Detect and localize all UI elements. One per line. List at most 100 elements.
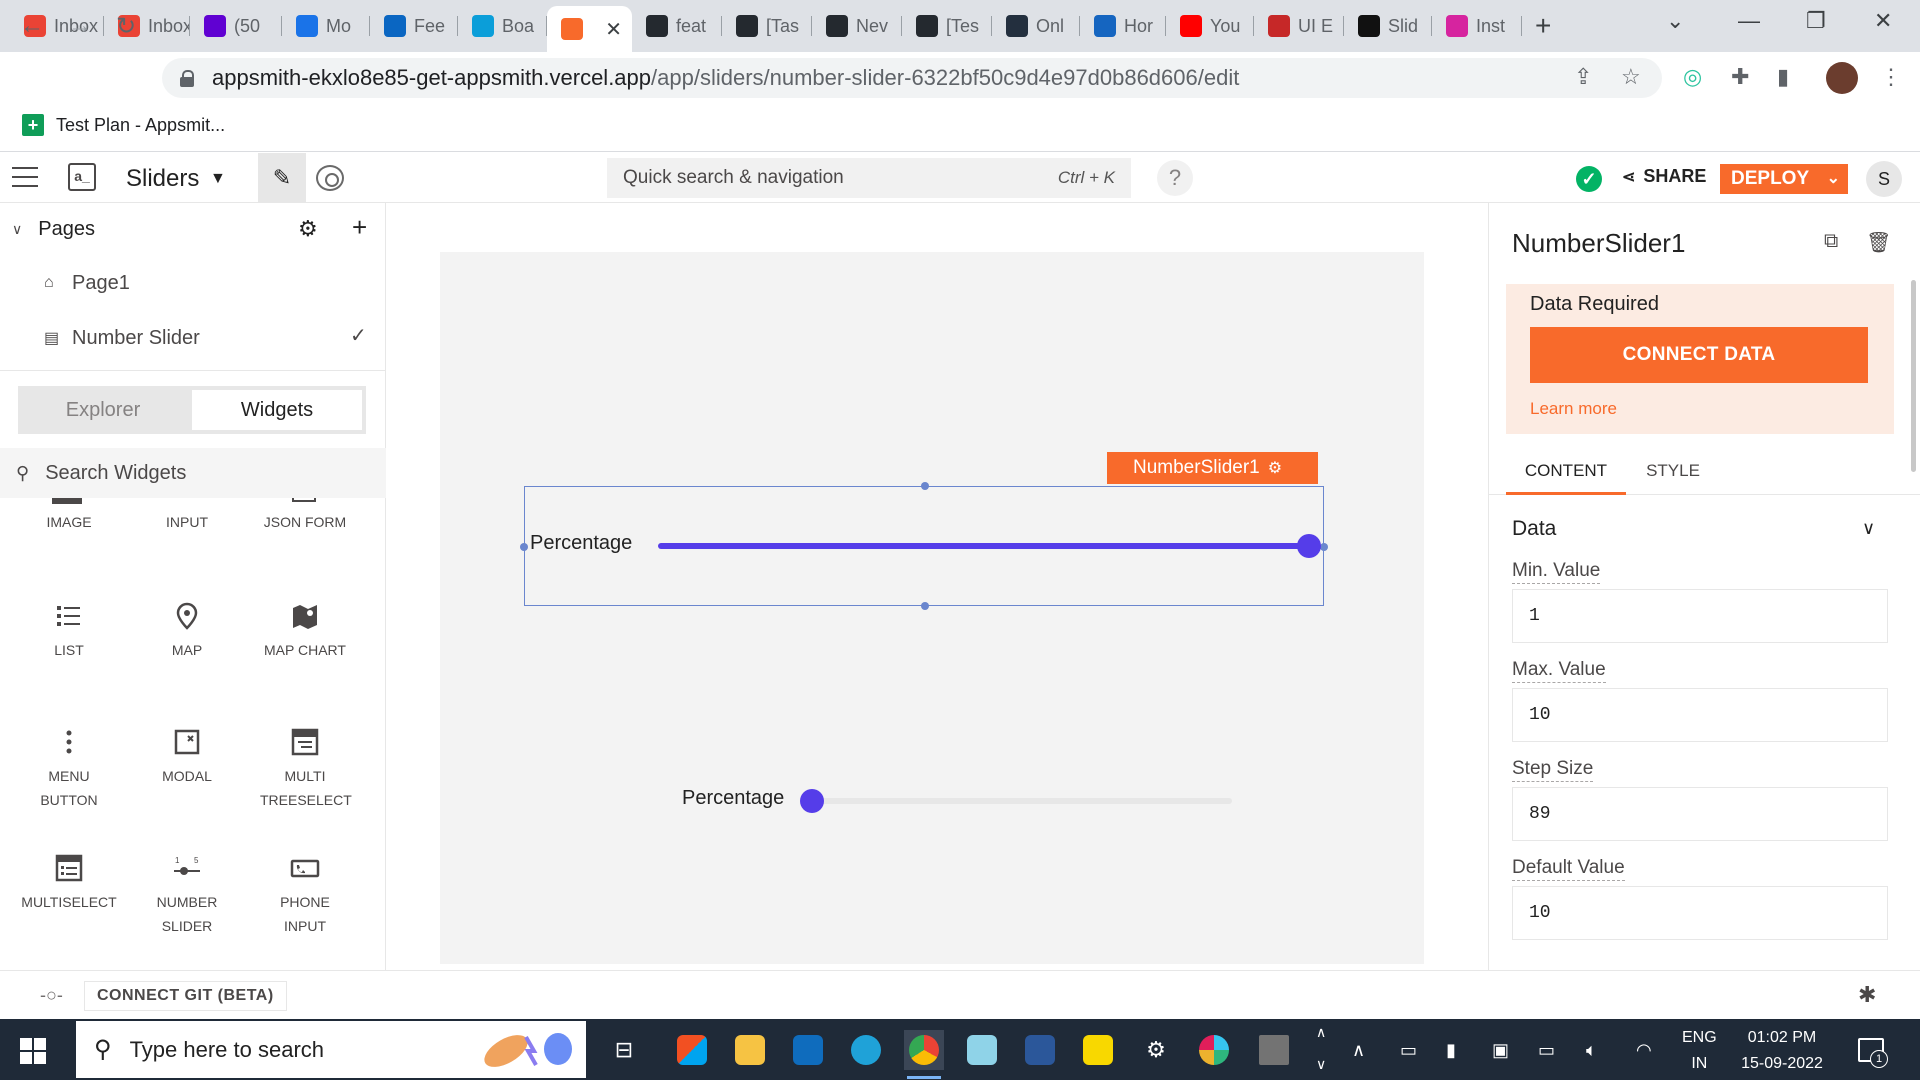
taskbar-scroll-down-icon[interactable]: ∨ bbox=[1316, 1056, 1326, 1073]
taskbar-scroll-up-icon[interactable]: ∧ bbox=[1316, 1024, 1326, 1041]
close-tab-icon[interactable]: ✕ bbox=[605, 17, 622, 42]
page-item-page1[interactable]: ⌂ Page1 bbox=[44, 258, 130, 308]
chevron-down-icon[interactable]: ⌄ bbox=[1827, 168, 1840, 188]
bookmark-star-icon[interactable]: ☆ bbox=[1621, 64, 1641, 90]
copy-icon[interactable]: ⧉ bbox=[1824, 230, 1838, 253]
learn-more-link[interactable]: Learn more bbox=[1530, 399, 1617, 419]
page-item-number-slider[interactable]: ▤ Number Slider bbox=[44, 313, 200, 363]
resize-handle-left[interactable] bbox=[520, 543, 528, 551]
tab-search-chevron-icon[interactable]: ⌄ bbox=[1666, 8, 1684, 34]
chrome-browser-icon[interactable] bbox=[904, 1030, 944, 1070]
resize-handle-bottom[interactable] bbox=[921, 602, 929, 610]
edge-browser-icon[interactable] bbox=[846, 1030, 886, 1070]
property-pane-title[interactable]: NumberSlider1 bbox=[1512, 228, 1685, 259]
user-avatar[interactable]: S bbox=[1866, 161, 1902, 197]
browser-menu-icon[interactable]: ⋮ bbox=[1880, 64, 1902, 90]
widget-card-list[interactable]: LIST bbox=[10, 598, 128, 662]
side-panel-icon[interactable]: ▮ bbox=[1777, 64, 1789, 90]
hamburger-menu-icon[interactable] bbox=[12, 167, 38, 187]
slider-track[interactable] bbox=[812, 798, 1232, 804]
debugger-bug-icon[interactable]: ✱ bbox=[1858, 982, 1876, 1008]
sticky-notes-icon[interactable] bbox=[1078, 1030, 1118, 1070]
file-explorer-icon[interactable] bbox=[730, 1030, 770, 1070]
tab-explorer[interactable]: Explorer bbox=[18, 386, 188, 434]
restore-button[interactable]: ❐ bbox=[1806, 8, 1826, 34]
task-view-icon[interactable]: ⊟ bbox=[604, 1030, 644, 1070]
minimize-button[interactable]: — bbox=[1738, 8, 1760, 34]
browser-tab[interactable]: (50 bbox=[190, 8, 282, 44]
forward-button[interactable]: → bbox=[68, 12, 92, 40]
microphone-icon[interactable]: ▮ bbox=[1446, 1040, 1456, 1061]
browser-tab[interactable]: Nev bbox=[812, 8, 902, 44]
widget-card-number-slider[interactable]: 15 NUMBER SLIDER bbox=[128, 850, 246, 938]
browser-tab[interactable]: Mo bbox=[282, 8, 370, 44]
help-button[interactable]: ? bbox=[1157, 160, 1193, 196]
address-bar[interactable]: appsmith-ekxlo8e85-get-appsmith.vercel.a… bbox=[162, 58, 1662, 98]
chevron-down-icon[interactable]: ∨ bbox=[1862, 518, 1875, 539]
new-tab-button[interactable]: + bbox=[1535, 10, 1551, 42]
resize-handle-right[interactable] bbox=[1320, 543, 1328, 551]
widget-card-json-form[interactable]: JSON FORM bbox=[246, 510, 364, 534]
section-data-title[interactable]: Data bbox=[1512, 517, 1556, 541]
windows-start-icon[interactable] bbox=[20, 1038, 46, 1064]
chevron-down-icon[interactable]: ∨ bbox=[12, 221, 22, 238]
app-name[interactable]: Sliders bbox=[126, 165, 199, 193]
browser-tab[interactable]: UI E bbox=[1254, 8, 1344, 44]
edit-mode-pencil-icon[interactable]: ✎ bbox=[258, 153, 306, 203]
share-button[interactable]: ⋖ SHARE bbox=[1622, 166, 1706, 187]
property-pane-scrollbar[interactable] bbox=[1911, 280, 1916, 472]
settings-gear-icon[interactable]: ⚙ bbox=[1136, 1030, 1176, 1070]
canvas[interactable] bbox=[440, 252, 1424, 964]
browser-tab[interactable]: Slid bbox=[1344, 8, 1432, 44]
volume-icon[interactable]: 🔈︎ bbox=[1586, 1040, 1597, 1061]
max-value-field[interactable]: 10 bbox=[1512, 688, 1888, 742]
connect-git-button[interactable]: CONNECT GIT (BETA) bbox=[84, 981, 287, 1011]
min-value-field[interactable]: 1 bbox=[1512, 589, 1888, 643]
widget-card-multi-treeselect[interactable]: MULTI TREESELECT bbox=[246, 724, 364, 812]
slack-icon[interactable] bbox=[1194, 1030, 1234, 1070]
chevron-down-icon[interactable]: ▼ bbox=[210, 170, 226, 188]
mail-icon[interactable] bbox=[788, 1030, 828, 1070]
gear-icon[interactable]: ⚙ bbox=[298, 216, 318, 242]
browser-profile-avatar[interactable] bbox=[1826, 62, 1858, 94]
pages-section-header[interactable]: ∨ Pages bbox=[12, 218, 95, 241]
meet-now-icon[interactable]: ▭ bbox=[1400, 1040, 1417, 1061]
language-indicator[interactable]: ENG IN bbox=[1682, 1025, 1717, 1077]
add-page-icon[interactable]: + bbox=[352, 212, 367, 243]
battery-icon[interactable]: ▭ bbox=[1538, 1040, 1555, 1061]
widget-card-multiselect[interactable]: MULTISELECT bbox=[10, 850, 128, 914]
widget-card-phone-input[interactable]: PHONE INPUT bbox=[246, 850, 364, 938]
widget-card-map-chart[interactable]: MAP CHART bbox=[246, 598, 364, 662]
share-page-icon[interactable]: ⇪ bbox=[1574, 64, 1592, 90]
deploy-button[interactable]: DEPLOY ⌄ bbox=[1720, 164, 1848, 194]
notes-app-icon[interactable] bbox=[962, 1030, 1002, 1070]
step-size-field[interactable]: 89 bbox=[1512, 787, 1888, 841]
browser-tab[interactable]: [Tas bbox=[722, 8, 812, 44]
widget-card-image[interactable]: IMAGE bbox=[10, 510, 128, 534]
browser-tab[interactable]: Inst bbox=[1432, 8, 1522, 44]
tab-content[interactable]: CONTENT bbox=[1506, 461, 1626, 495]
browser-tab[interactable]: Hor bbox=[1080, 8, 1166, 44]
slider-track[interactable] bbox=[658, 543, 1309, 549]
wifi-icon[interactable]: ◠ bbox=[1636, 1040, 1652, 1061]
widget-card-map[interactable]: MAP bbox=[128, 598, 246, 662]
default-value-field[interactable]: 10 bbox=[1512, 886, 1888, 940]
back-button[interactable]: ← bbox=[20, 12, 44, 40]
extension-icon[interactable]: ◎ bbox=[1683, 64, 1702, 90]
widget-card-modal[interactable]: MODAL bbox=[128, 724, 246, 788]
extensions-puzzle-icon[interactable]: ✚ bbox=[1731, 64, 1749, 90]
browser-tab[interactable]: Onl bbox=[992, 8, 1080, 44]
connect-data-button[interactable]: CONNECT DATA bbox=[1530, 327, 1868, 383]
slider-thumb[interactable] bbox=[1297, 534, 1321, 558]
widget-name-tag[interactable]: NumberSlider1 ⚙ bbox=[1107, 452, 1318, 484]
search-widgets-input[interactable]: ⚲ Search Widgets bbox=[0, 448, 386, 498]
browser-tab[interactable]: [Tes bbox=[902, 8, 992, 44]
quick-search-bar[interactable]: Quick search & navigation Ctrl + K bbox=[607, 158, 1131, 198]
widget-card-menu-button[interactable]: MENU BUTTON bbox=[10, 724, 128, 812]
resize-handle-top[interactable] bbox=[921, 482, 929, 490]
tab-widgets[interactable]: Widgets bbox=[192, 390, 362, 430]
gear-icon[interactable]: ⚙ bbox=[1268, 458, 1282, 478]
delete-trash-icon[interactable]: 🗑 bbox=[1866, 230, 1891, 255]
slider-thumb[interactable] bbox=[800, 789, 824, 813]
calculator-icon[interactable] bbox=[1254, 1030, 1294, 1070]
